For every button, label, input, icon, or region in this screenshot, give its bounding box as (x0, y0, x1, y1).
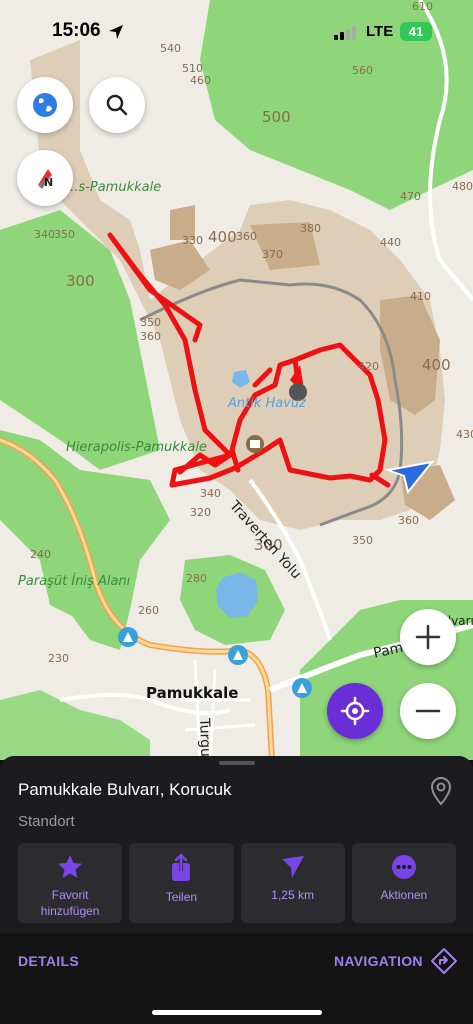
svg-text:N: N (44, 176, 53, 189)
contour-label: 340 (200, 487, 221, 500)
status-time: 15:06 (52, 20, 101, 41)
contour-label: 340 (34, 228, 55, 241)
favorite-button[interactable]: Favorit hinzufügen (18, 843, 123, 923)
share-icon (172, 853, 191, 881)
contour-label: 410 (410, 290, 431, 303)
location-address: Pamukkale Bulvarı, Korucuk (18, 780, 232, 799)
contour-label: 280 (186, 572, 207, 585)
sheet-grabber[interactable] (219, 761, 255, 765)
compass-button[interactable]: N (17, 150, 73, 206)
contour-label: 430 (456, 428, 473, 441)
zoom-out-button[interactable] (400, 683, 456, 739)
contour-label: 330 (182, 234, 203, 247)
map-layers-button[interactable] (17, 77, 73, 133)
contour-label: 380 (300, 222, 321, 235)
map-pin-icon[interactable] (428, 776, 454, 806)
contour-label: 320 (190, 506, 211, 519)
contour-label: 420 (358, 360, 379, 373)
home-indicator[interactable] (152, 1010, 322, 1015)
navigation-button[interactable]: NAVIGATION (334, 953, 423, 969)
contour-label: 560 (352, 64, 373, 77)
contour-label: 470 (400, 190, 421, 203)
direction-arrow-icon (281, 856, 304, 878)
contour-label: 350 (140, 316, 161, 329)
action-buttons: Favorit hinzufügen Teilen 1,25 km Aktion… (18, 843, 456, 923)
more-actions-button[interactable]: Aktionen (351, 843, 456, 923)
contour-label: 230 (48, 652, 69, 665)
favorite-label: Favorit hinzufügen (40, 888, 100, 918)
contour-label: 360 (140, 330, 161, 343)
place-label-pool: Antik Havuz (228, 396, 306, 411)
plus-icon (415, 624, 441, 650)
contour-label: 360 (236, 230, 257, 243)
contour-label: 300 (66, 272, 95, 290)
map-view[interactable]: 500 400 300 300 400 350 360 340 320 350 … (0, 0, 473, 760)
globe-icon (33, 93, 57, 117)
details-button[interactable]: DETAILS (18, 953, 79, 969)
compass-icon: N (38, 169, 53, 189)
signal-icon (334, 26, 356, 40)
zoom-in-button[interactable] (400, 609, 456, 665)
contour-label: 480 (452, 180, 473, 193)
contour-label: 460 (190, 74, 211, 87)
contour-label: 370 (262, 248, 283, 261)
location-subtitle: Standort (18, 813, 75, 830)
road-label-turgut: Turgu (196, 718, 214, 758)
search-button[interactable] (89, 77, 145, 133)
distance-label: 1,25 km (271, 888, 314, 902)
star-icon (58, 855, 83, 878)
location-services-icon (109, 25, 123, 39)
more-icon (391, 855, 416, 879)
contour-label: 500 (262, 108, 291, 126)
contour-label: 400 (422, 356, 451, 374)
contour-label: 440 (380, 236, 401, 249)
distance-button[interactable]: 1,25 km (240, 843, 345, 923)
location-sheet[interactable]: Pamukkale Bulvarı, Korucuk Standort Favo… (0, 756, 473, 1024)
contour-label: 240 (30, 548, 51, 561)
place-label-hierapolis-top: ...s-Pamukkale (66, 180, 162, 195)
contour-label: 350 (54, 228, 75, 241)
network-type: LTE (366, 23, 394, 40)
more-actions-label: Aktionen (380, 888, 428, 902)
place-label-town: Pamukkale (146, 684, 239, 702)
navigation-icon[interactable] (430, 947, 458, 975)
place-label-paragliding: Paraşüt İniş Alanı (18, 574, 131, 589)
status-bar: 15:06 LTE 41 (0, 0, 473, 60)
contour-label: 400 (208, 228, 237, 246)
contour-label: 360 (398, 514, 419, 527)
battery-level: 41 (408, 24, 424, 39)
my-location-button[interactable] (327, 683, 383, 739)
place-label-hierapolis: Hierapolis-Pamukkale (66, 440, 207, 455)
sheet-footer: DETAILS NAVIGATION (0, 933, 473, 1024)
search-icon (106, 94, 128, 116)
share-button[interactable]: Teilen (129, 843, 234, 923)
battery-indicator: 41 (400, 22, 432, 41)
contour-label: 260 (138, 604, 159, 617)
share-label: Teilen (165, 890, 198, 904)
minus-icon (415, 709, 441, 713)
contour-label: 350 (352, 534, 373, 547)
crosshair-icon (340, 696, 370, 726)
